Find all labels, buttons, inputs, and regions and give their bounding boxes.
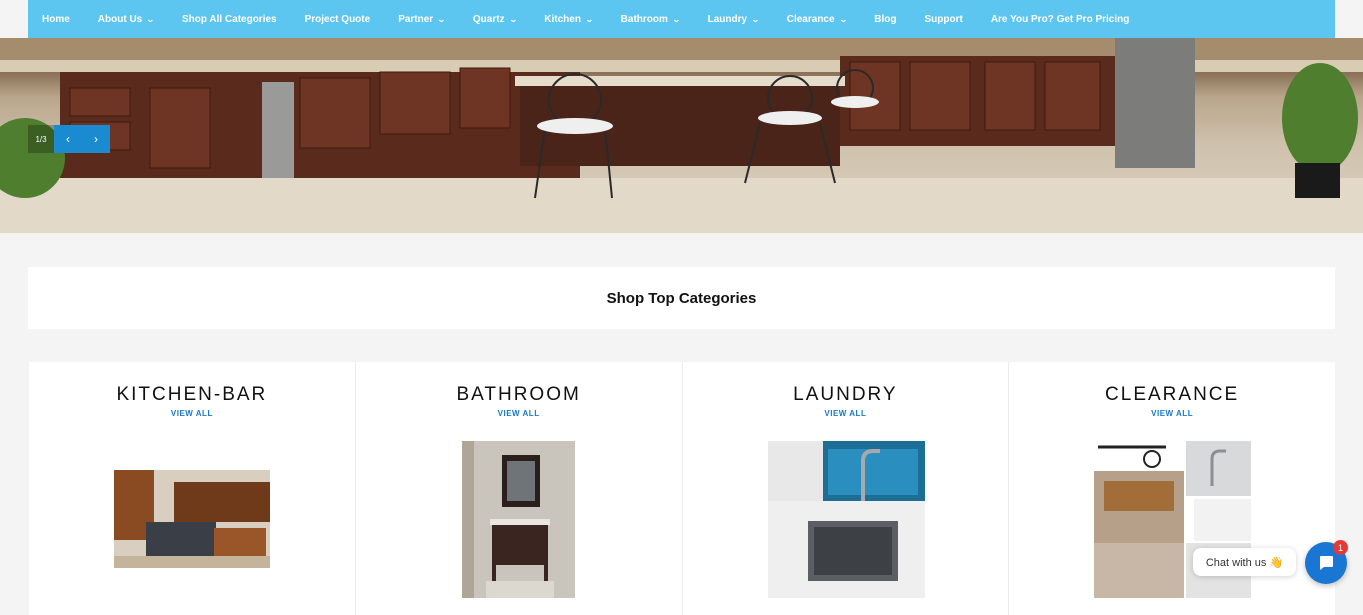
view-all-link[interactable]: VIEW ALL [356,409,682,418]
category-card-kitchen-bar[interactable]: KITCHEN-BAR VIEW ALL [29,362,356,615]
nav-laundry[interactable]: Laundry ⌄ [707,13,760,25]
category-card-bathroom[interactable]: BATHROOM VIEW ALL [355,362,683,615]
chat-icon [1320,556,1333,570]
chevron-left-icon: ‹ [66,132,70,146]
nav-kitchen[interactable]: Kitchen ⌄ [544,13,594,25]
nav-pro-pricing[interactable]: Are You Pro? Get Pro Pricing [991,14,1130,25]
nav-about-us[interactable]: About Us ⌄ [97,13,155,25]
nav-blog[interactable]: Blog [874,14,896,25]
nav-project-quote[interactable]: Project Quote [305,14,371,25]
kitchen-bar-image [114,470,270,568]
nav-home-label: Home [42,13,70,25]
nav-quartz[interactable]: Quartz ⌄ [472,13,518,25]
category-title: BATHROOM [456,384,581,405]
slider-next-button[interactable]: › [82,125,110,153]
nav-blog-label: Blog [874,13,897,25]
nav-support-label: Support [924,13,963,25]
nav-partner[interactable]: Partner ⌄ [398,13,446,25]
nav-partner-label: Partner [398,13,434,25]
chevron-down-icon: ⌄ [751,14,760,24]
category-card-clearance[interactable]: CLEARANCE VIEW ALL [1009,362,1335,615]
nav-clearance-label: Clearance [786,13,835,25]
slide-counter: 1/3 [28,125,54,153]
category-title: LAUNDRY [793,384,898,405]
chevron-down-icon: ⌄ [838,14,848,24]
chevron-down-icon: ⌄ [146,14,155,24]
nav-bathroom-label: Bathroom [620,13,668,25]
nav-bathroom[interactable]: Bathroom ⌄ [620,13,681,25]
slider-prev-button[interactable]: ‹ [54,125,82,153]
nav-project-quote-label: Project Quote [304,13,371,25]
category-grid: KITCHEN-BAR VIEW ALL BATHROOM VIEW ALL L… [29,362,1335,615]
nav-quartz-label: Quartz [472,13,505,25]
category-title: CLEARANCE [1105,384,1240,405]
slider-controls: 1/3 ‹ › [28,125,111,153]
nav-about-us-label: About Us [97,13,143,25]
view-all-link[interactable]: VIEW ALL [29,409,355,418]
category-title: KITCHEN-BAR [116,384,268,405]
bathroom-vanity-image [461,441,575,598]
nav-shop-all-categories[interactable]: Shop All Categories [182,14,277,25]
nav-kitchen-label: Kitchen [544,13,581,25]
nav-shop-all-label: Shop All Categories [181,13,277,25]
nav-home[interactable]: Home [42,14,70,25]
chat-prompt-bubble[interactable]: Chat with us 👋 [1193,548,1296,576]
view-all-link[interactable]: VIEW ALL [1009,409,1335,418]
main-nav: Home About Us ⌄ Shop All Categories Proje… [28,0,1335,38]
chevron-down-icon: ⌄ [437,14,446,24]
section-header: Shop Top Categories [28,267,1335,329]
nav-laundry-label: Laundry [707,13,748,25]
chevron-down-icon: ⌄ [671,14,681,24]
chevron-down-icon: ⌄ [508,14,518,24]
view-all-link[interactable]: VIEW ALL [683,409,1009,418]
chat-prompt-label: Chat with us 👋 [1205,556,1284,569]
chevron-down-icon: ⌄ [584,14,594,24]
hero-banner: 1/3 ‹ › [0,38,1363,233]
nav-support[interactable]: Support [924,14,962,25]
laundry-sink-image [767,441,925,598]
chat-unread-badge: 1 [1333,540,1348,555]
nav-pro-pricing-label: Are You Pro? Get Pro Pricing [990,13,1130,25]
chevron-right-icon: › [94,132,98,146]
category-card-laundry[interactable]: LAUNDRY VIEW ALL [682,362,1010,615]
hero-kitchen-image [0,38,1363,233]
nav-clearance[interactable]: Clearance ⌄ [786,13,848,25]
section-title: Shop Top Categories [606,289,757,307]
